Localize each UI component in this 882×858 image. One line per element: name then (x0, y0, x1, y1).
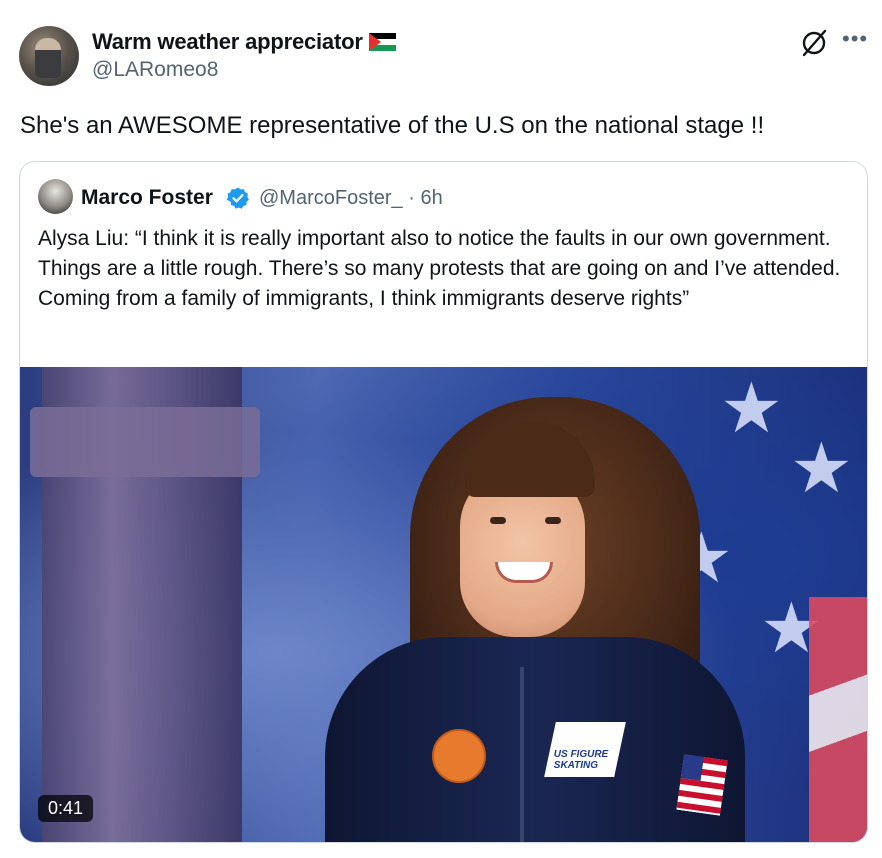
person-jacket (325, 637, 745, 842)
patch-text: US FIGURE SKATING (553, 749, 609, 771)
author-handle[interactable]: @LARomeo8 (92, 58, 218, 82)
author-avatar[interactable] (19, 26, 79, 86)
star-graphic: ★ (790, 429, 853, 507)
quoted-tweet-text: Alysa Liu: “I think it is really importa… (38, 227, 841, 310)
star-graphic: ★ (720, 369, 783, 447)
grok-icon[interactable] (799, 28, 829, 58)
more-icon[interactable]: ••• (842, 26, 868, 52)
quoted-author-meta[interactable]: @MarcoFoster_ · 6h (259, 187, 443, 210)
flag-stripe-graphic (809, 597, 867, 842)
verified-badge-icon (226, 187, 249, 209)
video-player[interactable]: ★ ★ ★ ★ ★ US FIGURE SKATING (20, 367, 867, 842)
quoted-author-avatar[interactable] (38, 179, 73, 214)
us-figure-skating-patch: US FIGURE SKATING (544, 722, 626, 777)
duck-patch-graphic (432, 729, 486, 783)
usa-flag-patch-graphic (676, 754, 728, 816)
author-name-row[interactable]: Warm weather appreciator (92, 29, 396, 55)
video-duration: 0:41 (38, 795, 94, 822)
person-eye (545, 517, 561, 524)
quoted-author-name[interactable]: Marco Foster (81, 186, 213, 210)
pillar-cap-graphic (30, 407, 260, 477)
jacket-zipper (520, 667, 524, 842)
person-eye (490, 517, 506, 524)
author-name[interactable]: Warm weather appreciator (92, 29, 363, 54)
tweet-text: She's an AWESOME representative of the U… (20, 112, 765, 139)
palestine-flag-icon (368, 33, 396, 51)
quoted-tweet[interactable]: Marco Foster @MarcoFoster_ · 6h Alysa Li… (19, 161, 868, 843)
